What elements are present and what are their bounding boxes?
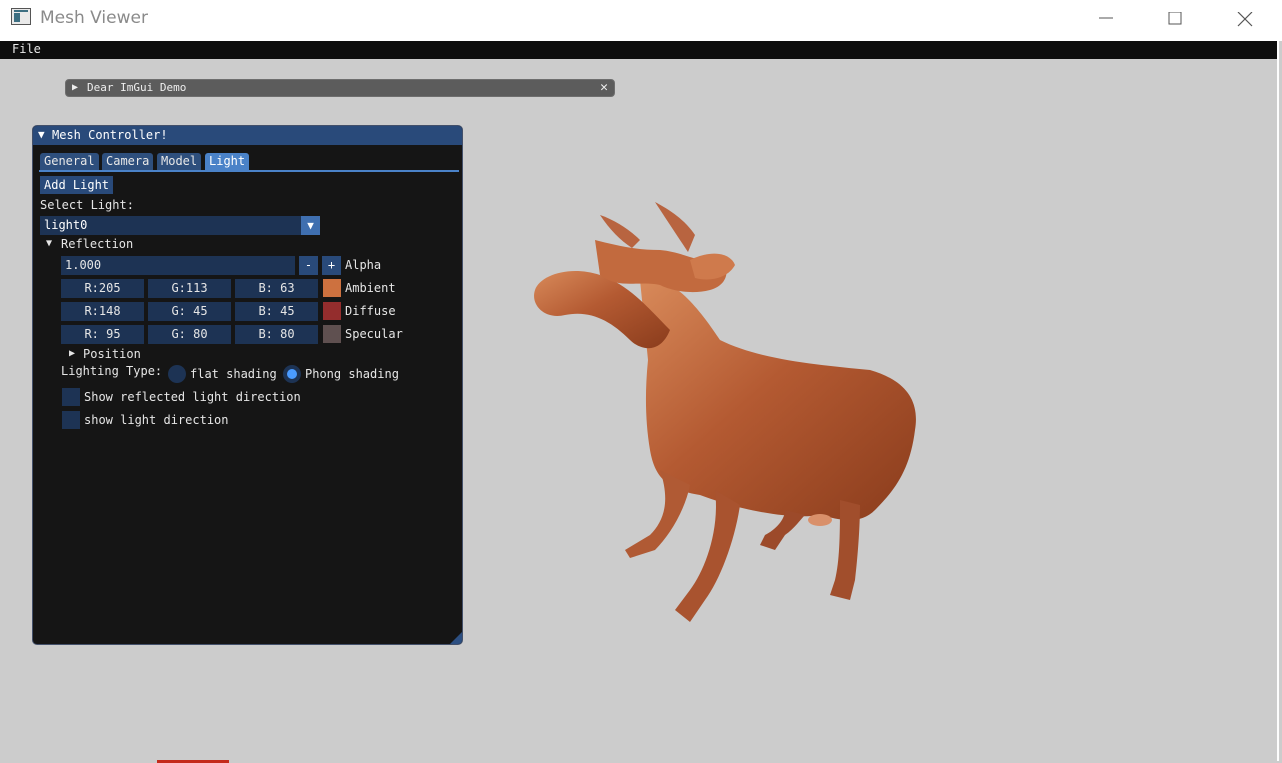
light-select-value: light0 — [44, 218, 88, 232]
specular-label: Specular — [345, 327, 403, 341]
close-button[interactable] — [1215, 0, 1275, 40]
flat-shading-radio[interactable] — [168, 365, 186, 383]
menu-bar: File — [0, 41, 1279, 59]
show-reflected-checkbox[interactable] — [62, 388, 80, 406]
app-icon — [11, 8, 31, 25]
show-light-label: show light direction — [84, 413, 229, 427]
tab-underline — [39, 170, 459, 172]
position-arrow-icon[interactable]: ▶ — [69, 348, 75, 359]
diffuse-b-input[interactable]: B: 45 — [235, 302, 318, 321]
window-titlebar: Mesh Viewer — [0, 0, 1282, 41]
select-light-label: Select Light: — [40, 198, 134, 212]
specular-r-input[interactable]: R: 95 — [61, 325, 144, 344]
specular-color-swatch[interactable] — [323, 325, 341, 343]
collapse-arrow-icon[interactable]: ▼ — [38, 128, 45, 141]
diffuse-g-input[interactable]: G: 45 — [148, 302, 231, 321]
reflection-header[interactable]: Reflection — [61, 237, 133, 251]
mesh-controller-panel: ▼ Mesh Controller! General Camera Model … — [32, 125, 463, 645]
ambient-label: Ambient — [345, 281, 396, 295]
show-reflected-label: Show reflected light direction — [84, 390, 301, 404]
maximize-icon — [1168, 12, 1182, 25]
panel-title: Mesh Controller! — [52, 128, 168, 142]
diffuse-r-input[interactable]: R:148 — [61, 302, 144, 321]
diffuse-label: Diffuse — [345, 304, 396, 318]
demo-window-title: Dear ImGui Demo — [87, 81, 187, 94]
alpha-decrement-button[interactable]: - — [299, 256, 318, 275]
light-select[interactable]: light0 ▼ — [40, 216, 320, 235]
window-edge — [1277, 41, 1279, 761]
menu-file[interactable]: File — [12, 42, 41, 56]
tab-light[interactable]: Light — [205, 153, 250, 170]
lighting-type-label: Lighting Type: — [61, 364, 163, 378]
minimize-button[interactable] — [1076, 0, 1136, 40]
tab-model[interactable]: Model — [157, 153, 202, 170]
alpha-label: Alpha — [345, 258, 382, 272]
show-light-checkbox[interactable] — [62, 411, 80, 429]
close-icon — [1237, 12, 1253, 27]
resize-grip[interactable] — [450, 632, 462, 644]
window-title: Mesh Viewer — [40, 8, 148, 28]
phong-shading-radio[interactable] — [283, 365, 301, 383]
flat-shading-label: flat shading — [190, 367, 277, 381]
tab-camera[interactable]: Camera — [102, 153, 154, 170]
diffuse-color-swatch[interactable] — [323, 302, 341, 320]
reflection-arrow-icon[interactable]: ▼ — [46, 238, 52, 249]
ambient-b-input[interactable]: B: 63 — [235, 279, 318, 298]
specular-b-input[interactable]: B: 80 — [235, 325, 318, 344]
phong-shading-label: Phong shading — [305, 367, 399, 381]
viewport-3d[interactable] — [520, 190, 940, 640]
alpha-input[interactable]: 1.000 — [61, 256, 295, 275]
specular-g-input[interactable]: G: 80 — [148, 325, 231, 344]
expand-arrow-icon[interactable]: ▶ — [72, 82, 78, 93]
cow-model — [534, 202, 916, 622]
alpha-increment-button[interactable]: + — [322, 256, 341, 275]
minimize-icon — [1099, 17, 1113, 19]
ambient-g-input[interactable]: G:113 — [148, 279, 231, 298]
demo-window-collapsed[interactable]: ▶ Dear ImGui Demo ✕ — [65, 79, 615, 97]
chevron-down-icon[interactable]: ▼ — [301, 216, 320, 235]
demo-close-icon[interactable]: ✕ — [600, 80, 608, 95]
ambient-r-input[interactable]: R:205 — [61, 279, 144, 298]
add-light-button[interactable]: Add Light — [40, 176, 114, 194]
panel-header[interactable]: ▼ Mesh Controller! — [33, 126, 462, 145]
maximize-button[interactable] — [1145, 0, 1205, 40]
position-header[interactable]: Position — [83, 347, 141, 361]
ambient-color-swatch[interactable] — [323, 279, 341, 297]
tab-general[interactable]: General — [40, 153, 99, 170]
